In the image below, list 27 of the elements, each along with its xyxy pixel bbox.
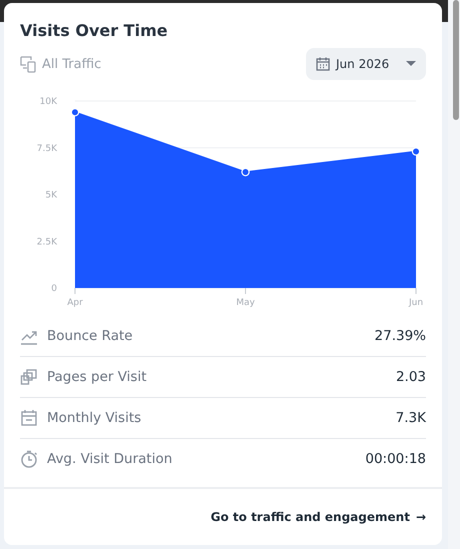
stopwatch-icon [20,450,38,468]
traffic-filter-label: All Traffic [42,56,102,72]
calendar-icon [20,409,38,427]
y-tick-label: 5K [45,190,57,200]
metric-label: Monthly Visits [47,410,142,426]
x-tick-label: May [236,298,255,308]
y-tick-label: 7.5K [36,144,57,154]
scrollbar-thumb[interactable] [453,0,459,120]
date-dropdown[interactable]: Jun 2026 [306,48,426,80]
y-tick-label: 0 [51,284,57,294]
y-tick-label: 2.5K [36,237,57,248]
metric-label: Avg. Visit Duration [47,451,174,467]
devices-icon [20,55,38,73]
card-title: Visits Over Time [20,21,169,40]
x-tick-label: Apr [67,298,83,308]
stacked-pages-icon [20,368,38,386]
metric-value: 27.39% [374,328,426,344]
metric-label: Bounce Rate [47,328,134,344]
metric-value: 00:00:18 [365,451,426,467]
caret-icon [406,61,416,67]
metric-value: 2.03 [396,369,426,385]
metric-value: 7.3K [396,410,426,426]
x-tick-label: Jun [408,298,424,308]
metric-label: Pages per Visit [47,369,148,385]
traffic-engagement-link[interactable]: Go to traffic and engagement → [210,510,426,524]
y-tick-label: 10K [40,97,57,107]
calendar-icon [316,57,330,71]
